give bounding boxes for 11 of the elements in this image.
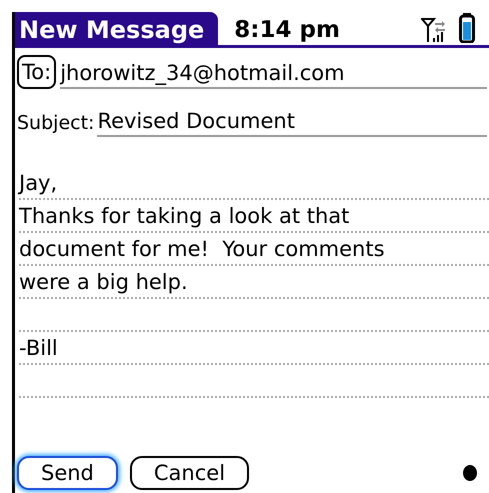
recipient-field[interactable]: jhorowitz_34@hotmail.com [60, 59, 487, 89]
signal-icon [421, 17, 445, 43]
subject-label: Subject: [17, 111, 94, 136]
clock-time: 8:14 pm [234, 16, 340, 45]
window-title: New Message [15, 12, 218, 45]
action-button[interactable]: Cancel [130, 456, 250, 490]
battery-icon [459, 13, 475, 43]
action-button[interactable]: Send [17, 456, 118, 490]
subject-field[interactable]: Revised Document [97, 107, 487, 137]
shift-indicator-icon [463, 465, 477, 481]
to-button[interactable]: To: [17, 55, 56, 89]
